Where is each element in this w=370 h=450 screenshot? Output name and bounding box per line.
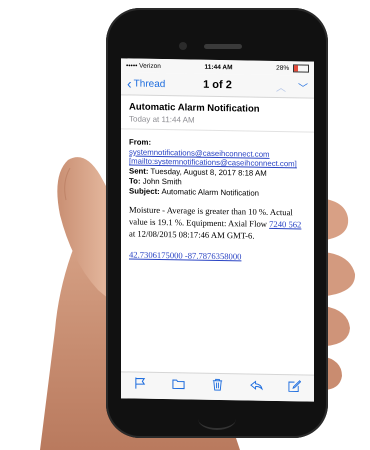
battery-percent: 28% [276,64,290,72]
earpiece-speaker [204,44,242,49]
to-value: John Smith [142,176,182,187]
from-label: From: [129,137,152,147]
subject-label: Subject: [129,186,160,196]
compose-icon[interactable] [288,379,302,397]
chevron-left-icon: ‹ [127,75,132,92]
navigation-bar: ‹ Thread 1 of 2 ︿ ﹀ [121,72,314,99]
to-label: To: [129,176,141,186]
battery-icon [293,64,309,73]
clock: 11:44 AM [204,63,233,71]
trash-icon[interactable] [211,378,224,396]
message-timestamp: Today at 11:44 AM [129,114,195,125]
previous-message-icon[interactable]: ︿ [276,79,286,94]
carrier-label: ••••• Verizon [126,61,161,70]
back-button[interactable]: ‹ Thread [127,75,166,92]
equipment-link[interactable]: 7240 562 [269,219,301,230]
subject-value: Automatic Alarm Notification [161,186,260,198]
next-message-icon[interactable]: ﹀ [298,79,308,94]
flag-icon[interactable] [134,377,147,395]
alarm-text: Moisture - Average is greater than 10 %.… [129,205,306,243]
sent-label: Sent: [129,166,149,176]
coordinates-link[interactable]: 42.7306175000 -87.7876358000 [129,250,241,262]
home-button[interactable] [198,408,236,430]
front-camera [179,42,187,50]
back-label: Thread [133,78,166,90]
message-body: From: systemnotifications@caseihconnect.… [121,129,314,271]
message-subject: Automatic Alarm Notification [129,101,260,115]
phone-screen: ••••• Verizon 11:44 AM 28% ‹ Thread 1 of… [121,58,314,402]
message-header: Automatic Alarm Notification Today at 11… [121,95,314,133]
mail-toolbar [121,371,314,402]
alarm-text-part-2: at 12/08/2015 08:17:46 AM GMT-6. [129,228,255,241]
folder-icon[interactable] [172,377,185,395]
reply-icon[interactable] [249,379,263,397]
battery-indicator: 28% [276,64,309,73]
